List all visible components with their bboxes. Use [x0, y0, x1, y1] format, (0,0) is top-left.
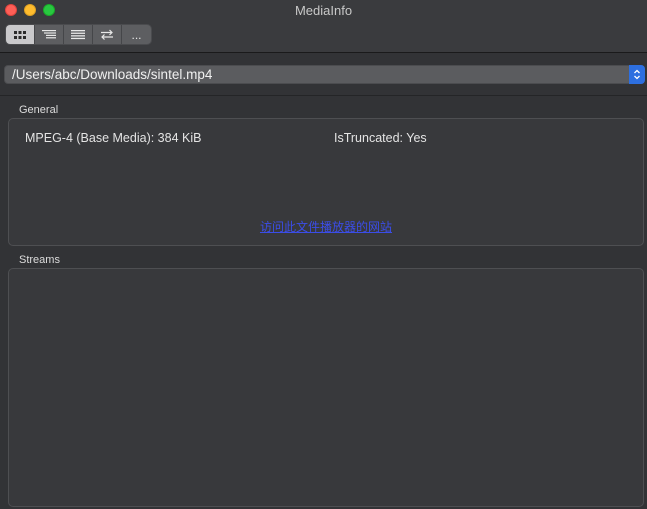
- popup-stepper[interactable]: [629, 65, 645, 84]
- streams-group-label: Streams: [19, 254, 60, 266]
- mediainfo-window: MediaInfo ... /Users/abc/Downloads/sinte…: [0, 0, 647, 509]
- streams-group-box: [8, 268, 644, 507]
- title-bar: MediaInfo ...: [0, 0, 647, 53]
- format-info: MPEG-4 (Base Media): 384 KiB: [25, 131, 202, 145]
- chevron-updown-icon: [634, 69, 640, 80]
- more-button[interactable]: ...: [122, 25, 151, 44]
- file-path-popup[interactable]: /Users/abc/Downloads/sintel.mp4: [4, 65, 645, 84]
- tree-view-button[interactable]: [35, 25, 64, 44]
- arrows-icon: [101, 29, 113, 40]
- general-group-label: General: [19, 104, 59, 116]
- player-website-link[interactable]: 访问此文件播放器的网站: [9, 218, 643, 235]
- tree-icon: [42, 30, 56, 39]
- separator: [0, 95, 647, 96]
- view-mode-segmented-control: ...: [5, 24, 152, 45]
- list-icon: [71, 30, 85, 40]
- file-path-text: /Users/abc/Downloads/sintel.mp4: [12, 67, 213, 82]
- grid-icon: [14, 30, 26, 39]
- window-title: MediaInfo: [294, 3, 353, 18]
- compare-view-button[interactable]: [93, 25, 122, 44]
- truncated-info: IsTruncated: Yes: [334, 131, 427, 145]
- basic-view-button[interactable]: [6, 25, 35, 44]
- general-group-box: MPEG-4 (Base Media): 384 KiB IsTruncated…: [8, 118, 644, 246]
- text-view-button[interactable]: [64, 25, 93, 44]
